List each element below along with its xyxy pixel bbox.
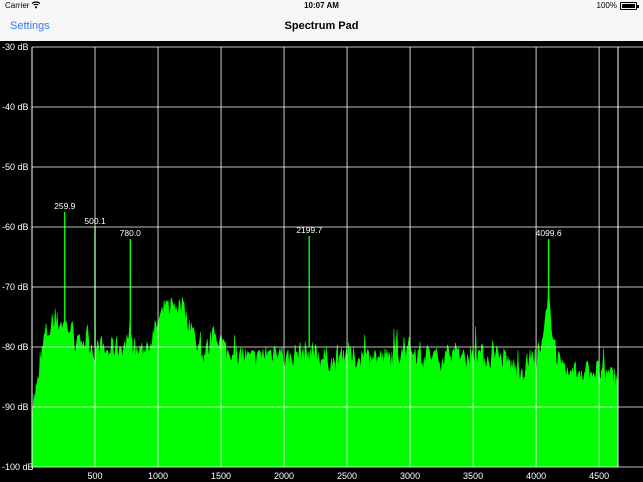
battery-icon bbox=[620, 2, 639, 10]
x-tick-label: 1500 bbox=[211, 471, 231, 481]
y-tick-label: -30 dB bbox=[2, 42, 29, 52]
x-tick-label: 3000 bbox=[400, 471, 420, 481]
status-bar: Carrier 10:07 AM 100% bbox=[0, 0, 643, 12]
navigation-bar: Settings Spectrum Pad bbox=[0, 12, 643, 42]
peak-label: 2199.7 bbox=[296, 225, 322, 235]
battery-percentage: 100% bbox=[596, 1, 617, 10]
y-tick-label: -80 dB bbox=[2, 342, 29, 352]
x-tick-label: 2500 bbox=[337, 471, 357, 481]
x-tick-label: 500 bbox=[87, 471, 102, 481]
y-tick-label: -100 dB bbox=[2, 462, 34, 472]
x-tick-label: 4500 bbox=[589, 471, 609, 481]
y-tick-label: -50 dB bbox=[2, 162, 29, 172]
peak-label: 259.9 bbox=[54, 201, 76, 211]
y-tick-label: -90 dB bbox=[2, 402, 29, 412]
y-tick-label: -70 dB bbox=[2, 282, 29, 292]
y-tick-label: -60 dB bbox=[2, 222, 29, 232]
peak-label: 4099.6 bbox=[536, 228, 562, 238]
x-tick-label: 2000 bbox=[274, 471, 294, 481]
peak-label: 780.0 bbox=[120, 228, 142, 238]
x-tick-label: 4000 bbox=[526, 471, 546, 481]
page-title: Spectrum Pad bbox=[284, 20, 359, 32]
status-time: 10:07 AM bbox=[304, 1, 339, 10]
peak-label: 500.1 bbox=[84, 216, 106, 226]
y-tick-label: -40 dB bbox=[2, 102, 29, 112]
spectrum-plot[interactable]: -30 dB -40 dB -50 dB -60 dB -70 dB -80 dB -90 … bbox=[0, 41, 643, 482]
x-tick-label: 1000 bbox=[148, 471, 168, 481]
x-tick-label: 3500 bbox=[463, 471, 483, 481]
